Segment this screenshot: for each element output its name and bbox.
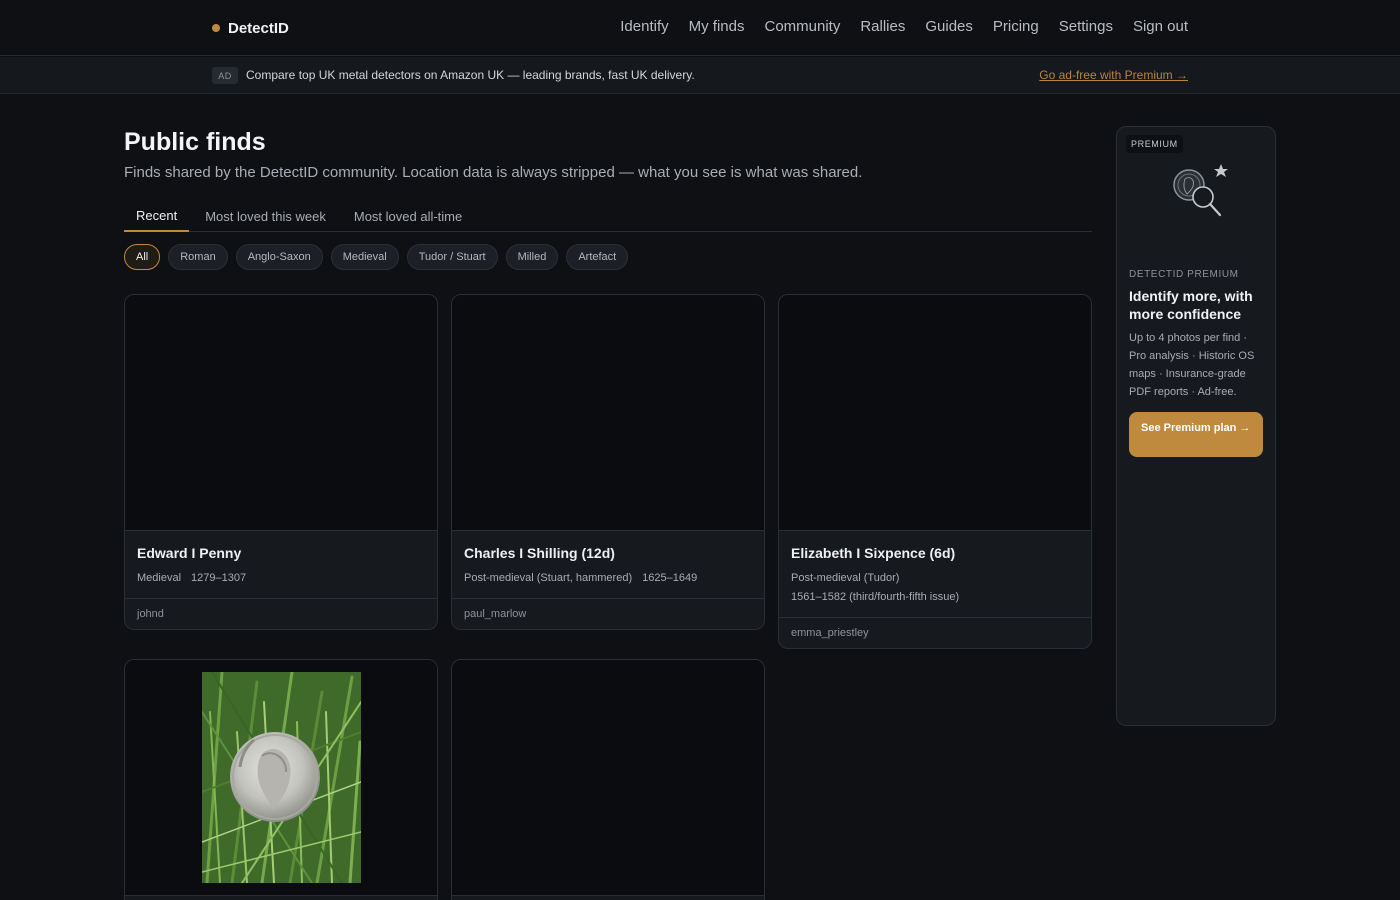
card-body: Elizabeth I Sixpence (6d) Post-medieval … — [779, 531, 1091, 617]
find-image-placeholder — [779, 295, 1091, 531]
card-body: Charles I Shilling (12d) Post-medieval (… — [452, 531, 764, 598]
premium-description: Up to 4 photos per find · Pro analysis ·… — [1129, 332, 1255, 398]
premium-badge: PREMIUM — [1126, 135, 1183, 153]
ad-strip: AD Compare top UK metal detectors on Ama… — [0, 57, 1400, 94]
chip-roman[interactable]: Roman — [168, 244, 228, 270]
find-period: Post-medieval (Tudor) — [791, 572, 900, 584]
nav-pricing[interactable]: Pricing — [993, 18, 1039, 35]
sort-tabs: Recent Most loved this week Most loved a… — [124, 200, 1092, 232]
find-username[interactable]: emma_priestley — [779, 617, 1091, 648]
page-subtitle: Finds shared by the DetectID community. … — [124, 164, 863, 181]
find-card-edward-i-penny[interactable]: Edward I Penny Medieval 1279–1307 johnd — [124, 294, 438, 630]
nav-settings[interactable]: Settings — [1059, 18, 1113, 35]
nav-community[interactable]: Community — [764, 18, 840, 35]
find-image-placeholder — [452, 295, 764, 531]
coin-on-grass-photo — [202, 672, 361, 883]
chip-anglo-saxon[interactable]: Anglo-Saxon — [235, 244, 323, 270]
find-title: Edward I Penny — [137, 545, 242, 561]
see-premium-plan-button[interactable]: See Premium plan → — [1129, 412, 1263, 457]
page-title: Public finds — [124, 128, 266, 156]
nav-my-finds[interactable]: My finds — [689, 18, 745, 35]
premium-title: Identify more, with more confidence — [1129, 288, 1253, 322]
find-image — [125, 660, 437, 896]
ad-free-premium-link[interactable]: Go ad-free with Premium → — [1039, 68, 1188, 82]
find-card-elizabeth-i-sixpence[interactable]: Elizabeth I Sixpence (6d) Post-medieval … — [778, 294, 1092, 649]
find-image-placeholder — [452, 660, 764, 896]
find-period: Post-medieval (Stuart, hammered) — [464, 572, 633, 584]
find-meta: Post-medieval (Tudor) 1561–1582 (third/f… — [791, 569, 1079, 607]
chip-all[interactable]: All — [124, 244, 161, 270]
find-meta: Medieval 1279–1307 — [137, 569, 425, 588]
find-card-photo[interactable] — [124, 659, 438, 900]
find-card-charles-i-shilling[interactable]: Charles I Shilling (12d) Post-medieval (… — [451, 294, 765, 630]
find-dates: 1279–1307 — [191, 572, 247, 584]
brand-logo[interactable]: DetectID — [212, 18, 289, 38]
ad-badge: AD — [212, 67, 238, 84]
top-nav: DetectID Identify My finds Community Ral… — [0, 0, 1400, 56]
coin-photo-icon — [202, 672, 361, 883]
tab-most-loved-week[interactable]: Most loved this week — [193, 200, 338, 232]
find-title: Charles I Shilling (12d) — [464, 545, 615, 561]
find-card-placeholder[interactable] — [451, 659, 765, 900]
find-username[interactable]: paul_marlow — [452, 598, 764, 629]
chip-tudor-stuart[interactable]: Tudor / Stuart — [406, 244, 498, 270]
chip-medieval[interactable]: Medieval — [330, 244, 399, 270]
card-body: Edward I Penny Medieval 1279–1307 — [125, 531, 437, 598]
find-title: Elizabeth I Sixpence (6d) — [791, 545, 956, 561]
tab-most-loved-all-time[interactable]: Most loved all-time — [342, 200, 474, 232]
premium-promo: PREMIUM DETECTID PREMIUM Identify more, … — [1116, 126, 1276, 726]
ad-text[interactable]: Compare top UK metal detectors on Amazon… — [246, 68, 695, 82]
nav-identify[interactable]: Identify — [620, 18, 668, 35]
brand-name: DetectID — [228, 19, 289, 37]
find-meta: Post-medieval (Stuart, hammered) 1625–164… — [464, 569, 752, 588]
find-image-placeholder — [125, 295, 437, 531]
find-username[interactable]: johnd — [125, 598, 437, 629]
nav-sign-out[interactable]: Sign out — [1133, 18, 1188, 35]
chip-milled[interactable]: Milled — [505, 244, 559, 270]
nav-guides[interactable]: Guides — [925, 18, 973, 35]
find-dates: 1561–1582 (third/fourth-fifth issue) — [791, 591, 960, 603]
filter-chips: All Roman Anglo-Saxon Medieval Tudor / S… — [124, 244, 629, 270]
chip-artefact[interactable]: Artefact — [566, 244, 629, 270]
find-dates: 1625–1649 — [642, 572, 698, 584]
premium-kicker: DETECTID PREMIUM — [1129, 269, 1239, 280]
brand-dot-icon — [212, 24, 220, 32]
magnifier-coin-icon — [1171, 160, 1229, 222]
nav-links: Identify My finds Community Rallies Guid… — [620, 18, 1188, 35]
nav-rallies[interactable]: Rallies — [860, 18, 905, 35]
find-period: Medieval — [137, 572, 182, 584]
tab-recent[interactable]: Recent — [124, 200, 190, 232]
